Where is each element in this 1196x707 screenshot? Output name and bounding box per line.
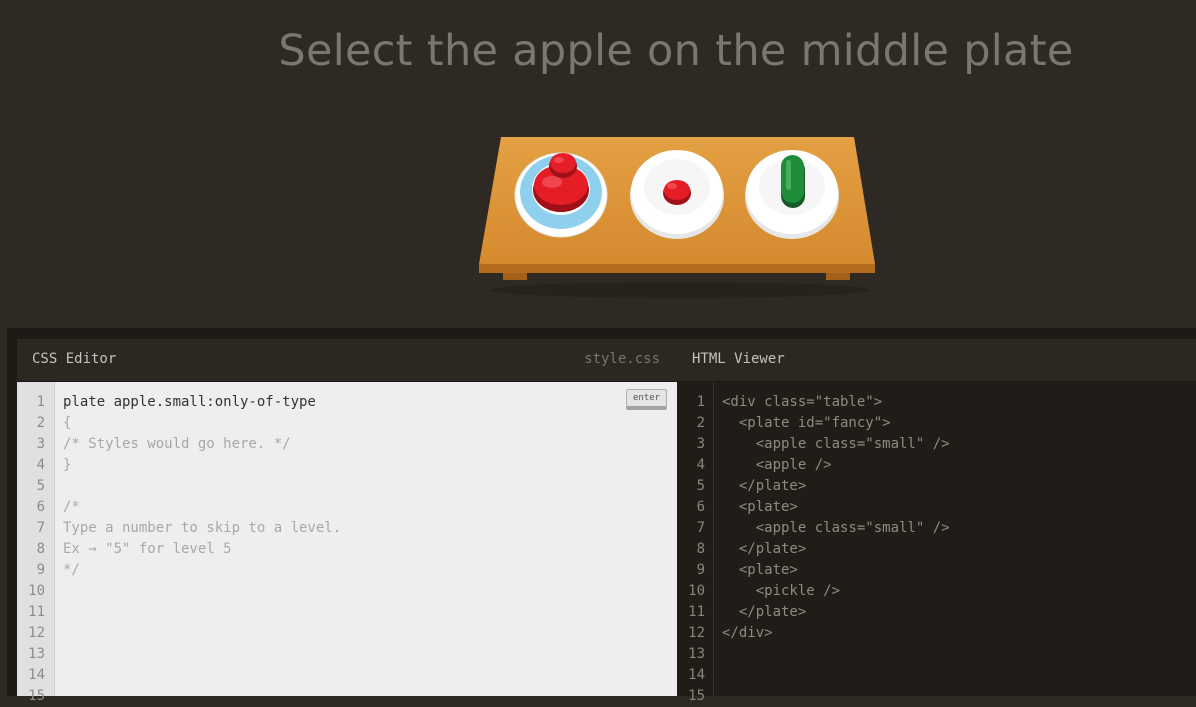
css-editor-title: CSS Editor (32, 351, 117, 367)
css-code-line: Ex → "5" for level 5 (63, 541, 232, 557)
css-code-line: } (63, 457, 72, 473)
line-number: 13 (688, 646, 705, 662)
line-number: 3 (36, 436, 45, 452)
line-number: 9 (696, 562, 705, 578)
line-number: 11 (28, 604, 45, 620)
html-viewer-header: HTML Viewer (677, 339, 1196, 382)
level-instruction: Select the apple on the middle plate (278, 26, 1074, 76)
html-code-line[interactable]: <apple class="small" /> (722, 518, 950, 539)
line-number: 5 (36, 478, 45, 494)
html-code-line[interactable]: <plate> (722, 560, 798, 581)
html-viewer-body: 1 2 3 4 5 6 7 8 9 10 11 12 13 14 15 <div… (677, 382, 1196, 704)
line-number: 2 (36, 415, 45, 431)
fancy-plate[interactable] (514, 152, 608, 238)
line-number: 2 (696, 415, 705, 431)
pickle-plate[interactable] (745, 150, 839, 239)
line-number: 5 (696, 478, 705, 494)
css-code-line: /* (63, 499, 80, 515)
line-number: 14 (688, 667, 705, 683)
game-table-scene (479, 137, 875, 298)
html-code-line[interactable]: <div class="table"> (722, 392, 882, 413)
line-number: 4 (696, 457, 705, 473)
css-code-line: */ (63, 562, 80, 578)
html-viewer-title: HTML Viewer (692, 351, 785, 367)
pickle[interactable] (781, 155, 805, 208)
middle-plate[interactable] (630, 150, 724, 239)
css-selector-input[interactable]: plate apple.small:only-of-type (63, 392, 316, 413)
css-filename: style.css (584, 351, 660, 367)
css-editor-body[interactable]: 1 2 3 4 5 6 7 8 9 10 11 12 13 14 15 plat… (17, 382, 677, 704)
apple-small-on-fancy[interactable] (549, 153, 577, 178)
css-code-line: { (63, 415, 72, 431)
line-number: 14 (28, 667, 45, 683)
html-line-gutter: 1 2 3 4 5 6 7 8 9 10 11 12 13 14 15 (677, 382, 714, 704)
html-code-line[interactable]: </plate> (722, 539, 806, 560)
html-code-line[interactable]: </div> (722, 623, 773, 644)
line-number: 10 (688, 583, 705, 599)
line-number: 1 (696, 394, 705, 410)
line-number: 7 (696, 520, 705, 536)
css-code-line: /* Styles would go here. */ (63, 436, 291, 452)
line-number: 10 (28, 583, 45, 599)
html-code-line[interactable]: <pickle /> (722, 581, 840, 602)
line-number: 6 (36, 499, 45, 515)
html-code-line[interactable]: </plate> (722, 476, 806, 497)
line-number: 3 (696, 436, 705, 452)
apple-small-target[interactable] (663, 180, 691, 205)
line-number: 8 (36, 541, 45, 557)
html-code-line[interactable]: </plate> (722, 602, 806, 623)
css-editor-header: CSS Editor style.css (17, 339, 677, 382)
line-number: 15 (28, 688, 45, 704)
line-number: 6 (696, 499, 705, 515)
html-code-line[interactable]: <apple class="small" /> (722, 434, 950, 455)
line-number: 7 (36, 520, 45, 536)
enter-button[interactable]: enter (626, 389, 667, 410)
line-number: 12 (28, 625, 45, 641)
html-code-line[interactable]: <plate> (722, 497, 798, 518)
line-number: 13 (28, 646, 45, 662)
html-code-line[interactable]: <plate id="fancy"> (722, 413, 891, 434)
line-number: 4 (36, 457, 45, 473)
css-line-gutter: 1 2 3 4 5 6 7 8 9 10 11 12 13 14 15 (17, 382, 55, 704)
html-code-line[interactable]: <apple /> (722, 455, 832, 476)
line-number: 8 (696, 541, 705, 557)
line-number: 12 (688, 625, 705, 641)
line-number: 11 (688, 604, 705, 620)
css-code-line: Type a number to skip to a level. (63, 520, 342, 536)
line-number: 15 (688, 688, 705, 704)
line-number: 1 (36, 394, 45, 410)
line-number: 9 (36, 562, 45, 578)
